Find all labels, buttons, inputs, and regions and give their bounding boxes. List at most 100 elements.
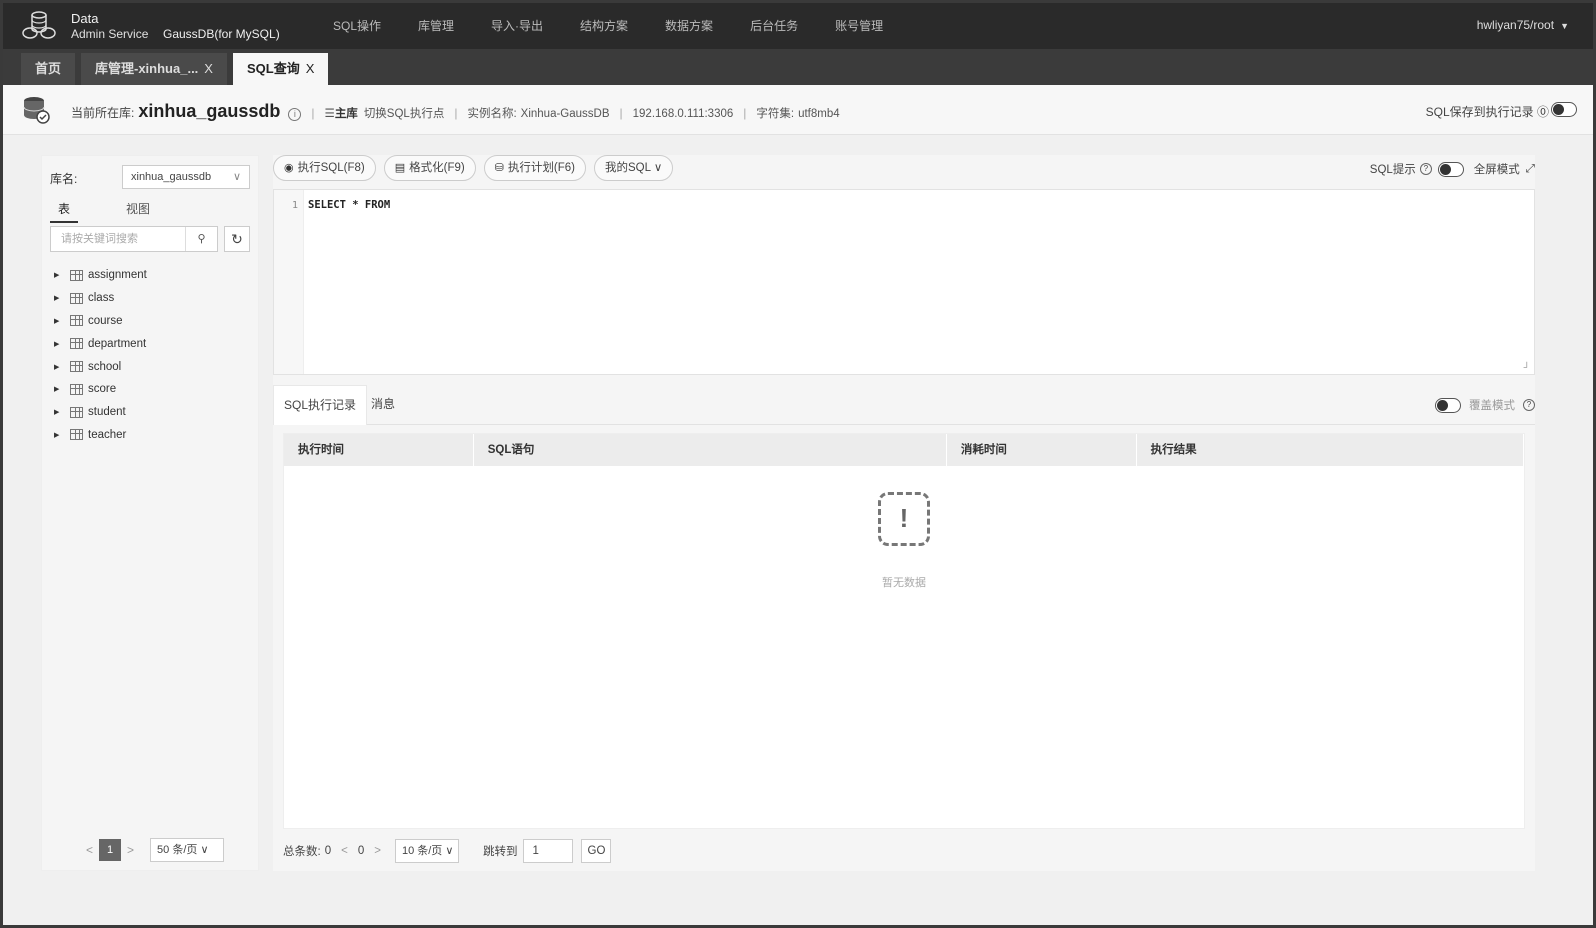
- refresh-button[interactable]: ↻: [224, 226, 250, 252]
- next-page-icon[interactable]: >: [127, 843, 134, 857]
- tab-sql-query[interactable]: SQL查询 X: [233, 53, 329, 85]
- info-icon[interactable]: i: [288, 108, 302, 121]
- search-placeholder: 请按关键词搜索: [61, 233, 138, 245]
- refresh-icon: ↻: [231, 231, 243, 247]
- explain-plan-label: 执行计划(F6): [507, 162, 576, 174]
- instance-name: Xinhua-GaussDB: [520, 108, 610, 120]
- switch-sql-point-link[interactable]: 切换SQL执行点: [364, 105, 445, 121]
- prev-page-icon[interactable]: <: [86, 843, 93, 857]
- fullscreen-icon[interactable]: ⤢: [1526, 163, 1535, 176]
- result-tabs: SQL执行记录 消息 覆盖模式 ?: [273, 385, 1535, 425]
- object-browser: 库名: xinhua_gaussdb ∨ 表 视图 请按关键词搜索 ⚲ ↻ ▶ ass…: [41, 155, 259, 871]
- tab-messages[interactable]: 消息: [361, 385, 405, 425]
- page-tabs: 首页 库管理-xinhua_... X SQL查询 X: [3, 49, 1593, 85]
- go-button[interactable]: GO: [581, 839, 612, 863]
- explain-plan-button[interactable]: ⛁ 执行计划(F6): [483, 155, 587, 181]
- next-page-icon[interactable]: >: [374, 845, 381, 857]
- expand-arrow-icon[interactable]: ▶: [54, 363, 70, 371]
- menu-schema-plan[interactable]: 结构方案: [580, 17, 628, 34]
- menu-data-plan[interactable]: 数据方案: [665, 17, 713, 34]
- expand-arrow-icon[interactable]: ▶: [54, 340, 70, 348]
- db-info-bar: 当前所在库: xinhua_gaussdb i | ☰ 主库 切换SQL执行点 …: [3, 85, 1593, 135]
- table-item[interactable]: ▶ student: [54, 401, 147, 424]
- menu-import-export[interactable]: 导入·导出: [491, 17, 543, 34]
- expand-arrow-icon[interactable]: ▶: [54, 431, 70, 439]
- table-item[interactable]: ▶ department: [54, 332, 147, 355]
- help-icon[interactable]: ?: [1419, 163, 1432, 175]
- menu-db-management[interactable]: 库管理: [418, 17, 454, 34]
- fullscreen-label[interactable]: 全屏模式: [1474, 161, 1520, 177]
- format-icon: ▤: [394, 162, 406, 174]
- table-item[interactable]: ▶ class: [54, 287, 147, 310]
- save-record-text: SQL保存到执行记录: [1425, 105, 1534, 119]
- cover-mode-label: 覆盖模式: [1469, 400, 1515, 412]
- sql-workspace: ◉ 执行SQL(F8) ▤ 格式化(F9) ⛁ 执行计划(F6) 我的SQL ∨ SQ…: [273, 155, 1535, 871]
- help-icon[interactable]: ⓪: [1537, 105, 1549, 119]
- table-search-input[interactable]: 请按关键词搜索 ⚲: [50, 226, 218, 252]
- format-button[interactable]: ▤ 格式化(F9): [383, 155, 476, 181]
- close-icon[interactable]: X: [204, 61, 213, 76]
- goto-page-input[interactable]: 1: [523, 839, 574, 863]
- line-number: 1: [292, 200, 299, 211]
- database-icon: [23, 97, 50, 124]
- close-icon[interactable]: X: [306, 61, 315, 76]
- expand-arrow-icon[interactable]: ▶: [54, 271, 70, 279]
- my-sql-label: 我的SQL: [605, 162, 651, 174]
- resize-handle-icon[interactable]: ┘: [1524, 362, 1530, 372]
- tab-views[interactable]: 视图: [118, 200, 158, 223]
- table-name: student: [88, 406, 126, 419]
- tab-home[interactable]: 首页: [21, 53, 76, 85]
- my-sql-dropdown[interactable]: 我的SQL ∨: [594, 155, 674, 181]
- total-label: 总条数:: [283, 846, 321, 858]
- menu-sql-operations[interactable]: SQL操作: [333, 17, 381, 34]
- prev-page-icon[interactable]: <: [341, 845, 348, 857]
- menu-background-tasks[interactable]: 后台任务: [750, 17, 798, 34]
- user-menu[interactable]: hwliyan75/root ▼: [1477, 18, 1569, 32]
- database-logo-icon: [22, 11, 56, 39]
- table-item[interactable]: ▶ teacher: [54, 424, 147, 447]
- tab-db-management[interactable]: 库管理-xinhua_... X: [81, 53, 227, 85]
- table-icon: [70, 315, 83, 327]
- expand-arrow-icon[interactable]: ▶: [54, 385, 70, 393]
- brand-subtitle: Admin Service: [71, 27, 149, 41]
- menu-account-management[interactable]: 账号管理: [835, 17, 883, 34]
- sql-hint-toggle[interactable]: [1437, 161, 1464, 177]
- search-icon[interactable]: ⚲: [185, 227, 217, 251]
- db-select-value: xinhua_gaussdb: [131, 171, 212, 183]
- table-name: school: [88, 360, 122, 373]
- db-select[interactable]: xinhua_gaussdb ∨: [122, 165, 250, 189]
- table-name: score: [88, 383, 117, 396]
- user-name: hwliyan75/root: [1476, 18, 1555, 32]
- page-size-select[interactable]: 10 条/页 ∨: [394, 839, 459, 863]
- cover-mode-toggle[interactable]: [1435, 397, 1461, 413]
- help-icon[interactable]: ?: [1523, 399, 1535, 411]
- table-item[interactable]: ▶ course: [54, 310, 147, 333]
- main-menu: SQL操作 库管理 导入·导出 结构方案 数据方案 后台任务 账号管理: [333, 17, 920, 34]
- save-record-toggle[interactable]: [1551, 102, 1577, 117]
- tab-tables[interactable]: 表: [50, 200, 79, 223]
- tab-sql-history[interactable]: SQL执行记录: [273, 385, 368, 425]
- divider: |: [454, 106, 458, 120]
- sql-editor[interactable]: 1 SELECT * FROM ┘: [273, 189, 1535, 375]
- page-size-select[interactable]: 50 条/页 ∨: [150, 838, 225, 862]
- run-sql-button[interactable]: ◉ 执行SQL(F8): [273, 155, 376, 181]
- divider: |: [743, 106, 747, 120]
- expand-arrow-icon[interactable]: ▶: [54, 317, 70, 325]
- table-item[interactable]: ▶ score: [54, 378, 147, 401]
- empty-state: ! 暂无数据: [864, 492, 944, 590]
- page-size-value: 50 条/页: [157, 844, 198, 856]
- table-name: class: [88, 292, 115, 305]
- sql-hint-label: SQL提示: [1369, 164, 1416, 176]
- table-icon: [70, 406, 83, 418]
- table-item[interactable]: ▶ assignment: [54, 264, 147, 287]
- sql-code[interactable]: SELECT * FROM: [308, 199, 390, 211]
- caret-down-icon: ▼: [1560, 21, 1569, 31]
- page-size-value: 10 条/页: [401, 845, 443, 857]
- empty-warning-icon: !: [878, 492, 930, 546]
- master-label: 主库: [334, 108, 358, 120]
- table-icon: [70, 383, 83, 395]
- expand-arrow-icon[interactable]: ▶: [54, 408, 70, 416]
- table-item[interactable]: ▶ school: [54, 355, 147, 378]
- expand-arrow-icon[interactable]: ▶: [54, 294, 70, 302]
- page-number[interactable]: 1: [99, 839, 122, 861]
